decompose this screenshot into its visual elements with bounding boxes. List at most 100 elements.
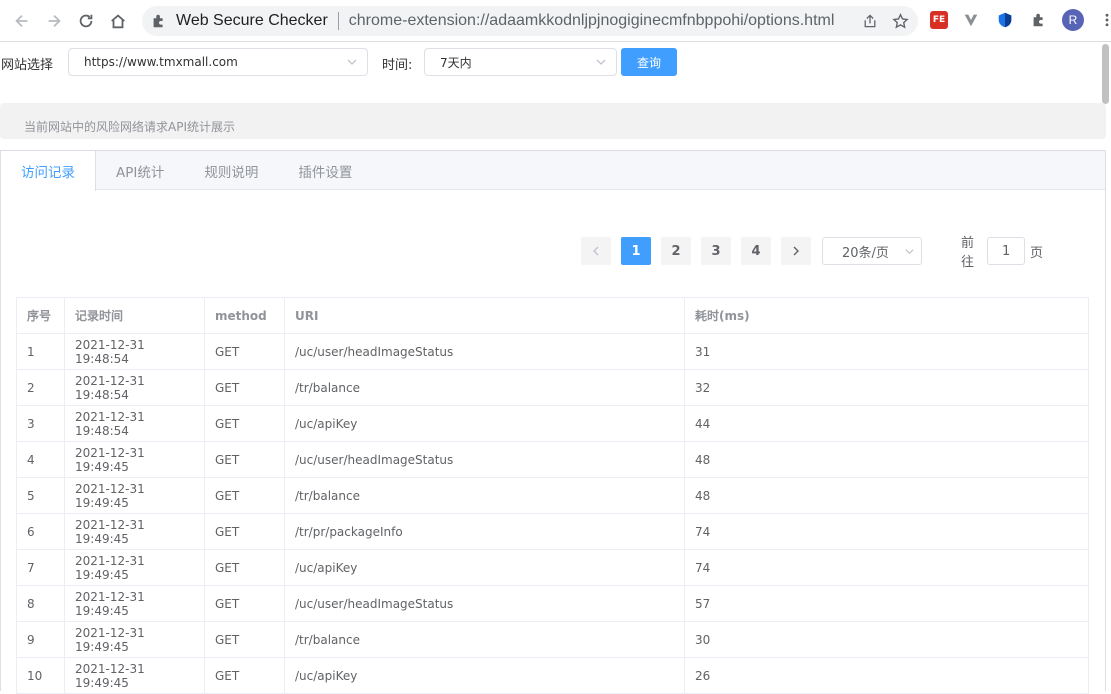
col-duration: 耗时(ms) — [684, 297, 1089, 334]
cell-duration: 57 — [684, 585, 1089, 622]
time-label: 时间: — [382, 58, 413, 73]
cell-duration: 30 — [684, 621, 1089, 658]
share-icon[interactable] — [860, 11, 880, 31]
cell-method: GET — [204, 585, 285, 622]
table-body: 1 2021-12-31 19:48:54 GET/uc/user/headImag… — [16, 333, 1089, 694]
cell-index: 6 — [16, 513, 65, 550]
cell-duration: 31 — [684, 333, 1089, 370]
forward-icon[interactable] — [38, 5, 70, 37]
star-icon[interactable] — [890, 11, 910, 31]
site-select-value: https://www.tmxmall.com — [84, 55, 238, 69]
fe-extension-icon[interactable]: FE — [930, 11, 948, 29]
cell-method: GET — [204, 513, 285, 550]
tab-visit-records[interactable]: 访问记录 — [1, 151, 96, 191]
page-button-2[interactable]: 2 — [661, 237, 691, 265]
table-row[interactable]: 6 2021-12-31 19:49:45 GET/tr/pr/packageInf… — [16, 513, 1089, 550]
cell-time: 2021-12-31 19:49:45 — [64, 441, 205, 478]
pagination: 1 2 3 4 20条/页 前往 1 页 — [581, 236, 1043, 270]
cell-uri: /uc/user/headImageStatus — [284, 333, 685, 370]
cell-index: 5 — [16, 477, 65, 514]
page-button-1[interactable]: 1 — [621, 237, 651, 265]
tab-bar: 访问记录 API统计 规则说明 插件设置 — [1, 151, 1105, 191]
prev-page-button[interactable] — [581, 237, 611, 265]
reload-icon[interactable] — [70, 5, 102, 37]
table-row[interactable]: 5 2021-12-31 19:49:45 GET/tr/balance 48 — [16, 477, 1089, 514]
query-button[interactable]: 查询 — [621, 48, 677, 76]
cell-uri: /tr/balance — [284, 369, 685, 406]
cell-uri: /uc/apiKey — [284, 405, 685, 442]
goto-suffix: 页 — [1030, 245, 1044, 261]
filter-bar: 网站选择 https://www.tmxmall.com 时间: 7天内 查询 — [0, 42, 1111, 104]
time-select[interactable]: 7天内 — [424, 48, 617, 76]
info-banner: 当前网站中的风险网络请求API统计展示 — [0, 103, 1106, 139]
cell-time: 2021-12-31 19:49:45 — [64, 621, 205, 658]
cell-duration: 74 — [684, 513, 1089, 550]
cell-index: 2 — [16, 369, 65, 406]
tab-rules[interactable]: 规则说明 — [184, 151, 278, 191]
cell-uri: /uc/user/headImageStatus — [284, 441, 685, 478]
page-jumper: 前往 1 页 — [961, 236, 1044, 270]
table-row[interactable]: 4 2021-12-31 19:49:45 GET/uc/user/headImag… — [16, 441, 1089, 478]
cell-uri: /uc/apiKey — [284, 549, 685, 586]
cell-index: 4 — [16, 441, 65, 478]
tabs-card: 访问记录 API统计 规则说明 插件设置 1 2 3 4 20条/页 前往 1 … — [0, 150, 1106, 694]
tab-api-stats[interactable]: API统计 — [96, 151, 184, 191]
page-size-value: 20条/页 — [842, 245, 889, 261]
col-index: 序号 — [16, 297, 65, 334]
table-row[interactable]: 8 2021-12-31 19:49:45 GET/uc/user/headImag… — [16, 585, 1089, 622]
col-method: method — [204, 297, 285, 334]
table-row[interactable]: 9 2021-12-31 19:49:45 GET/tr/balance 30 — [16, 621, 1089, 658]
cell-time: 2021-12-31 19:49:45 — [64, 513, 205, 550]
site-label: 网站选择 — [1, 58, 54, 73]
home-icon[interactable] — [102, 5, 134, 37]
page-button-3[interactable]: 3 — [701, 237, 731, 265]
cell-method: GET — [204, 549, 285, 586]
cell-index: 8 — [16, 585, 65, 622]
cell-uri: /uc/apiKey — [284, 657, 685, 694]
cell-duration: 48 — [684, 441, 1089, 478]
table-row[interactable]: 7 2021-12-31 19:49:45 GET/uc/apiKey 74 — [16, 549, 1089, 586]
address-bar[interactable]: Web Secure Checker chrome-extension://ad… — [142, 6, 918, 36]
cell-time: 2021-12-31 19:49:45 — [64, 657, 205, 694]
cell-time: 2021-12-31 19:49:45 — [64, 477, 205, 514]
cell-method: GET — [204, 477, 285, 514]
shield-extension-icon[interactable] — [994, 9, 1016, 31]
next-page-button[interactable] — [781, 237, 811, 265]
goto-prefix: 前往 — [961, 236, 975, 270]
cell-uri: /tr/pr/packageInfo — [284, 513, 685, 550]
page-scrollbar[interactable] — [1102, 44, 1109, 104]
cell-method: GET — [204, 333, 285, 370]
table-row[interactable]: 3 2021-12-31 19:48:54 GET/uc/apiKey 44 — [16, 405, 1089, 442]
profile-avatar[interactable]: R — [1062, 9, 1084, 31]
puzzle-icon — [153, 14, 163, 28]
back-icon[interactable] — [6, 5, 38, 37]
table-row[interactable]: 10 2021-12-31 19:49:45 GET/uc/apiKey 26 — [16, 657, 1089, 694]
tab-plugin-settings[interactable]: 插件设置 — [278, 151, 372, 191]
table-row[interactable]: 2 2021-12-31 19:48:54 GET/tr/balance 32 — [16, 369, 1089, 406]
site-select[interactable]: https://www.tmxmall.com — [68, 48, 368, 76]
chevron-left-icon — [593, 246, 599, 256]
col-uri: URI — [284, 297, 685, 334]
v-extension-icon[interactable] — [960, 9, 982, 31]
goto-page-input[interactable]: 1 — [987, 237, 1026, 265]
cell-duration: 32 — [684, 369, 1089, 406]
col-time: 记录时间 — [64, 297, 205, 334]
cell-uri: /tr/balance — [284, 477, 685, 514]
chevron-down-icon — [347, 59, 357, 65]
cell-method: GET — [204, 621, 285, 658]
cell-time: 2021-12-31 19:48:54 — [64, 405, 205, 442]
extensions-puzzle-icon[interactable] — [1028, 9, 1050, 31]
menu-dots-icon[interactable] — [1096, 9, 1111, 31]
cell-method: GET — [204, 441, 285, 478]
chevron-right-icon — [793, 246, 799, 256]
browser-toolbar: Web Secure Checker chrome-extension://ad… — [0, 0, 1111, 42]
page-size-select[interactable]: 20条/页 — [822, 237, 922, 265]
table-header-row: 序号 记录时间 method URI 耗时(ms) — [16, 297, 1089, 334]
records-table: 序号 记录时间 method URI 耗时(ms) 1 2021-12-31 19… — [16, 297, 1089, 694]
table-row[interactable]: 1 2021-12-31 19:48:54 GET/uc/user/headImag… — [16, 333, 1089, 370]
time-select-value: 7天内 — [440, 55, 472, 70]
cell-time: 2021-12-31 19:48:54 — [64, 369, 205, 406]
cell-time: 2021-12-31 19:49:45 — [64, 585, 205, 622]
cell-index: 7 — [16, 549, 65, 586]
page-button-4[interactable]: 4 — [741, 237, 771, 265]
